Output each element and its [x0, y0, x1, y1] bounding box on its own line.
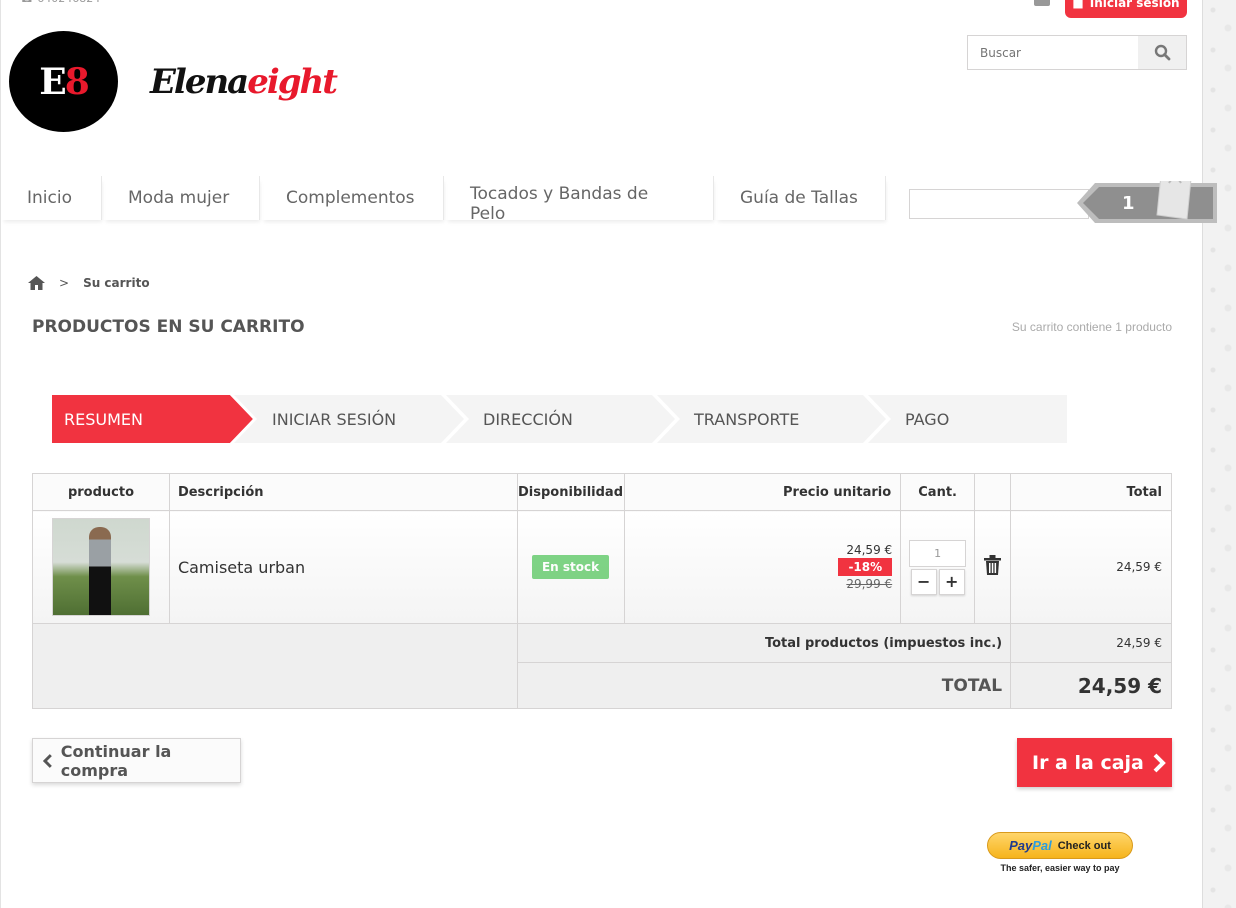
product-name-link[interactable]: Camiseta urban [178, 558, 305, 577]
paypal-logo-a: Pay [1009, 838, 1033, 853]
logo-badge-number: 8 [64, 60, 90, 103]
paypal-tagline: The safer, easier way to pay [1000, 863, 1120, 873]
nav-item-label: Inicio [27, 188, 72, 208]
continue-shopping-button[interactable]: Continuar la compra [32, 738, 241, 783]
table-header-row: producto Descripción Disponibilidad Prec… [32, 473, 1172, 511]
minus-icon: − [916, 572, 931, 591]
breadcrumb: > Su carrito [28, 276, 150, 290]
cart-button[interactable] [1077, 181, 1217, 225]
step-direccion[interactable]: DIRECCIÓN [483, 395, 573, 443]
current-price: 24,59 € [846, 543, 893, 557]
products-total-value: 24,59 € [1010, 623, 1172, 663]
step-label: INICIAR SESIÓN [272, 409, 397, 429]
paypal-logo-b: Pal [1032, 838, 1052, 853]
product-description-cell: Camiseta urban [168, 510, 518, 624]
mail-icon[interactable] [1034, 0, 1050, 6]
paypal-checkout[interactable]: PayPal Check out The safer, easier way t… [987, 832, 1133, 873]
main-nav: Inicio Moda mujer Complementos Tocados y… [0, 176, 886, 224]
plus-icon: + [944, 572, 959, 591]
step-pago[interactable]: PAGO [905, 395, 949, 443]
status-badge: En stock [531, 555, 610, 579]
nav-item-label: Tocados y Bandas de Pelo [470, 184, 649, 224]
increase-qty-button[interactable]: + [938, 568, 965, 595]
trash-icon[interactable] [984, 555, 1002, 575]
paypal-logo: PayPal [1009, 838, 1052, 853]
cart-summary-note: Su carrito contiene 1 producto [1011, 320, 1172, 334]
phone-text: 640246824 [37, 0, 100, 5]
step-transporte[interactable]: TRANSPORTE [694, 395, 799, 443]
login-button[interactable]: ■ Iniciar sesión [1065, 0, 1187, 18]
checkout-steps: RESUMEN INICIAR SESIÓN DIRECCIÓN TRANSPO… [52, 395, 1067, 443]
grand-total-value: 24,59 € [1010, 662, 1172, 709]
paypal-button[interactable]: PayPal Check out [987, 832, 1133, 859]
cart-search-field[interactable] [909, 189, 1089, 219]
step-resumen[interactable]: RESUMEN [64, 395, 143, 443]
nav-item-complementos[interactable]: Complementos [260, 176, 444, 220]
products-total-label: Total productos (impuestos inc.) [516, 623, 1012, 663]
search-icon [1154, 44, 1170, 61]
step-label: RESUMEN [64, 409, 143, 429]
logo-wordmark[interactable]: Elenaeight [150, 62, 338, 102]
cart-count: 1 [1122, 193, 1135, 214]
nav-item-label: Complementos [286, 188, 415, 208]
logo-wordmark-b: eight [247, 62, 338, 102]
unit-price-cell: 24,59 € -18% 29,99 € [623, 510, 902, 624]
delete-cell [974, 510, 1012, 624]
nav-item-label: Guía de Tallas [740, 188, 858, 208]
shopping-bag-icon [1156, 181, 1192, 220]
phone-number: ☎ 640246824 [20, 0, 100, 5]
nav-item-label: Moda mujer [128, 188, 230, 208]
search-box [967, 35, 1187, 70]
qty-cell: 1 − + [900, 510, 976, 624]
nav-item-moda-mujer[interactable]: Moda mujer [102, 176, 260, 220]
discount-badge: -18% [838, 558, 893, 576]
chevron-right-icon [1153, 753, 1166, 772]
checkout-label: Ir a la caja [1032, 751, 1144, 774]
column-header-delete [974, 473, 1012, 511]
product-photo-figure [89, 527, 111, 615]
column-header-total: Total [1010, 473, 1172, 511]
step-label: PAGO [905, 409, 950, 429]
old-price: 29,99 € [846, 577, 893, 591]
product-image-cell [32, 510, 170, 624]
continue-shopping-label: Continuar la compra [60, 741, 172, 780]
product-image[interactable] [52, 518, 150, 616]
background-pattern [1202, 0, 1236, 908]
quantity-input[interactable]: 1 [909, 539, 967, 567]
nav-item-guia-tallas[interactable]: Guía de Tallas [714, 176, 886, 220]
breadcrumb-separator: > [59, 276, 70, 290]
user-icon: ■ [1072, 0, 1084, 10]
step-label: TRANSPORTE [694, 409, 800, 429]
checkout-button[interactable]: Ir a la caja [1017, 738, 1172, 787]
logo-wordmark-a: Elena [150, 62, 249, 102]
nav-item-inicio[interactable]: Inicio [0, 176, 102, 220]
breadcrumb-current: Su carrito [83, 276, 150, 290]
page-border [0, 0, 1, 908]
chevron-left-icon [43, 753, 52, 768]
column-header-unit-price: Precio unitario [623, 473, 902, 511]
decrease-qty-button[interactable]: − [910, 568, 937, 595]
page-title: PRODUCTOS EN SU CARRITO [32, 317, 305, 337]
cart-table: producto Descripción Disponibilidad Prec… [32, 473, 1172, 709]
column-header-product: producto [32, 473, 170, 511]
search-button[interactable] [1138, 36, 1186, 69]
home-icon[interactable] [28, 276, 45, 290]
nav-item-tocados[interactable]: Tocados y Bandas de Pelo [444, 176, 714, 224]
footer-empty-cell [32, 623, 518, 709]
step-label: DIRECCIÓN [483, 409, 573, 429]
logo-badge[interactable]: E8 [9, 31, 118, 132]
column-header-availability: Disponibilidad [516, 473, 625, 511]
login-label: Iniciar sesión [1089, 0, 1180, 10]
row-total: 24,59 € [1010, 510, 1172, 624]
column-header-qty: Cant. [900, 473, 976, 511]
search-input[interactable] [968, 36, 1138, 69]
grand-total-label: TOTAL [516, 662, 1012, 709]
step-iniciar-sesion[interactable]: INICIAR SESIÓN [272, 395, 396, 443]
availability-cell: En stock [516, 510, 625, 624]
paypal-label: Check out [1057, 839, 1111, 852]
products-total-row: Total productos (impuestos inc.) 24,59 € [32, 623, 1172, 709]
column-header-description: Descripción [168, 473, 518, 511]
logo-badge-letter: E [39, 60, 66, 103]
table-row: Camiseta urban En stock 24,59 € -18% 29,… [32, 510, 1172, 624]
